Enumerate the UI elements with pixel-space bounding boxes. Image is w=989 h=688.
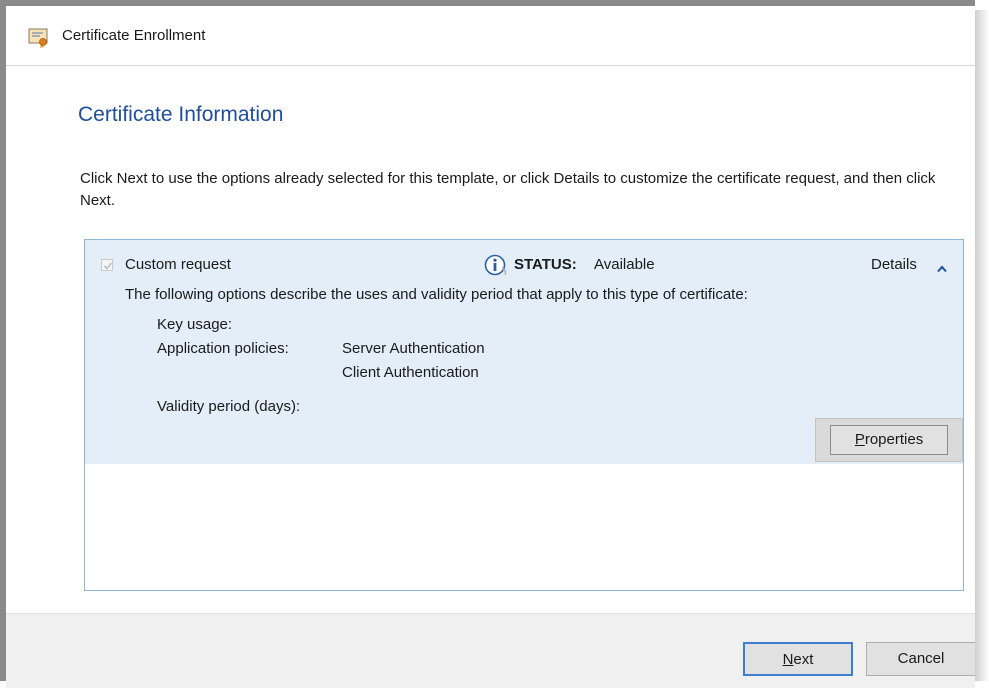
info-icon xyxy=(483,254,509,276)
status-value: Available xyxy=(594,256,655,273)
page-heading: Certificate Information xyxy=(78,103,284,126)
certificate-template-list: Custom request STATUS: Available Details… xyxy=(84,239,964,591)
next-button[interactable]: Next xyxy=(743,642,853,676)
properties-label: roperties xyxy=(864,431,924,448)
properties-mnemonic: P xyxy=(854,431,865,448)
title-bar: Certificate Enrollment xyxy=(6,6,975,66)
certificate-enrollment-window: Certificate Enrollment Certificate Infor… xyxy=(0,0,976,688)
chevron-up-icon[interactable] xyxy=(937,260,947,273)
template-name: Custom request xyxy=(125,256,231,273)
cancel-button[interactable]: Cancel xyxy=(866,642,976,676)
application-policies-label: Application policies: xyxy=(157,340,289,357)
certificate-icon xyxy=(28,28,50,48)
next-mnemonic: N xyxy=(782,651,794,668)
validity-period-label: Validity period (days): xyxy=(157,398,301,415)
policy-value: Server Authentication xyxy=(342,340,485,357)
details-toggle[interactable]: Details xyxy=(871,256,917,273)
button-bar: Next Cancel xyxy=(6,613,976,688)
template-checkbox[interactable] xyxy=(101,259,113,271)
properties-button[interactable]: Properties xyxy=(830,425,948,455)
properties-button-area: Properties xyxy=(815,418,963,462)
next-label: ext xyxy=(793,651,814,668)
intro-text: Click Next to use the options already se… xyxy=(80,170,936,209)
template-description: The following options describe the uses … xyxy=(125,286,748,303)
status-label: STATUS: xyxy=(514,256,577,273)
window-shadow xyxy=(975,10,989,681)
window-title: Certificate Enrollment xyxy=(62,27,206,44)
key-usage-label: Key usage: xyxy=(157,316,233,333)
template-item-custom-request[interactable]: Custom request STATUS: Available Details… xyxy=(85,240,963,464)
policy-value: Client Authentication xyxy=(342,364,479,381)
